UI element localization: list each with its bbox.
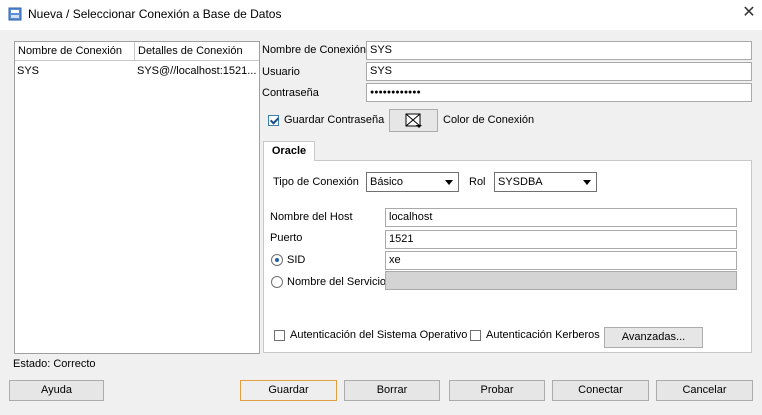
table-row-name[interactable]: SYS — [15, 62, 135, 80]
puerto-label: Puerto — [270, 232, 303, 244]
tipo-conexion-label: Tipo de Conexión — [273, 176, 359, 188]
status-text: Estado: Correcto — [13, 358, 96, 370]
guardar-contrasena-checkbox[interactable] — [268, 115, 279, 126]
sid-input[interactable]: xe — [385, 251, 737, 270]
ayuda-button[interactable]: Ayuda — [9, 380, 104, 401]
contrasena-label: Contraseña — [262, 87, 319, 99]
rol-label: Rol — [469, 176, 486, 188]
guardar-button[interactable]: Guardar — [240, 380, 337, 401]
cancelar-button[interactable]: Cancelar — [656, 380, 753, 401]
nombre-conexion-label: Nombre de Conexión — [262, 44, 366, 56]
servicio-radio[interactable] — [271, 276, 283, 288]
close-icon[interactable]: ✕ — [740, 4, 758, 22]
servicio-input — [385, 271, 737, 290]
color-picker-icon — [405, 113, 422, 128]
contrasena-input[interactable]: ●●●●●●●●●●●● — [366, 83, 752, 102]
column-header-nombre[interactable]: Nombre de Conexión — [15, 42, 135, 61]
database-connection-icon — [8, 7, 22, 21]
rol-select[interactable]: SYSDBA — [494, 172, 597, 192]
auth-so-label: Autenticación del Sistema Operativo — [290, 329, 468, 341]
tipo-conexion-value: Básico — [370, 176, 404, 188]
auth-kerberos-checkbox[interactable] — [470, 330, 481, 341]
usuario-input[interactable]: SYS — [366, 62, 752, 81]
probar-button[interactable]: Probar — [449, 380, 545, 401]
host-input[interactable]: localhost — [385, 208, 737, 227]
color-conexion-label: Color de Conexión — [443, 114, 535, 126]
tab-oracle[interactable]: Oracle — [263, 141, 315, 161]
chevron-down-icon — [445, 180, 453, 185]
sid-label: SID — [287, 254, 306, 266]
auth-so-checkbox[interactable] — [274, 330, 285, 341]
connections-table[interactable]: Nombre de Conexión Detalles de Conexión … — [14, 41, 260, 354]
avanzadas-button[interactable]: Avanzadas... — [604, 327, 703, 348]
rol-value: SYSDBA — [498, 176, 543, 188]
servicio-label: Nombre del Servicio — [287, 276, 387, 288]
host-label: Nombre del Host — [270, 211, 353, 223]
puerto-input[interactable]: 1521 — [385, 230, 737, 249]
usuario-label: Usuario — [262, 66, 300, 78]
column-header-detalles[interactable]: Detalles de Conexión — [135, 42, 259, 61]
window-title: Nueva / Seleccionar Conexión a Base de D… — [28, 7, 282, 21]
borrar-button[interactable]: Borrar — [344, 380, 440, 401]
chevron-down-icon — [583, 180, 591, 185]
guardar-contrasena-label: Guardar Contraseña — [284, 114, 385, 126]
nombre-conexion-input[interactable]: SYS — [366, 41, 752, 60]
sid-radio[interactable] — [271, 254, 283, 266]
color-conexion-button[interactable] — [389, 109, 438, 132]
conectar-button[interactable]: Conectar — [552, 380, 649, 401]
tipo-conexion-select[interactable]: Básico — [366, 172, 459, 192]
auth-kerberos-label: Autenticación Kerberos — [486, 329, 600, 341]
table-row-details[interactable]: SYS@//localhost:1521... — [135, 62, 259, 80]
